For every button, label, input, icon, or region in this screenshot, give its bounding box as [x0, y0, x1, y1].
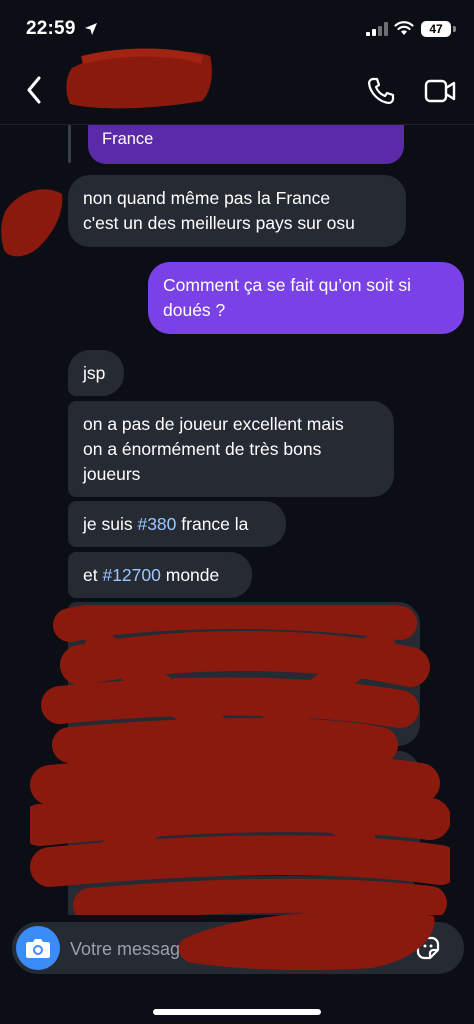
message-text: et — [83, 565, 103, 585]
message-text: monde — [160, 565, 220, 585]
message-text: joueurs — [83, 464, 141, 484]
hashtag-link[interactable]: #12700 — [102, 565, 160, 585]
name-redaction — [66, 48, 212, 109]
back-chevron-icon[interactable] — [26, 76, 42, 104]
wifi-icon — [394, 21, 414, 35]
message-bubble-incoming[interactable]: je suis #380 france la — [68, 501, 286, 547]
quoted-message[interactable]: France — [88, 125, 404, 164]
message-text: c'est un des meilleurs pays sur osu — [83, 213, 355, 233]
message-text: france la — [176, 514, 249, 534]
message-bubble-incoming[interactable]: non quand même pas la France c'est un de… — [68, 175, 406, 247]
battery-tip — [453, 26, 456, 32]
location-arrow-icon — [85, 23, 97, 35]
message-text: on a énormément de très bons — [83, 439, 322, 459]
home-indicator — [153, 1009, 321, 1015]
message-text: on a pas de joueur excellent mais — [83, 414, 344, 434]
message-bubble-outgoing[interactable]: Comment ça se fait qu’on soit si doués ? — [148, 262, 464, 334]
message-bubble-incoming[interactable]: et #12700 monde — [68, 552, 252, 598]
message-text: non quand même pas la France — [83, 188, 331, 208]
signal-icon — [366, 22, 388, 36]
battery-icon: 47 — [421, 21, 451, 37]
scribble-redaction — [30, 605, 450, 915]
camera-button[interactable] — [16, 926, 60, 970]
message-text: doués ? — [163, 300, 226, 320]
reply-bar — [68, 125, 71, 163]
message-text: Comment ça se fait qu’on soit si — [163, 275, 412, 295]
message-text: je suis — [83, 514, 138, 534]
camera-icon — [26, 939, 50, 958]
quoted-text: France — [102, 130, 154, 148]
avatar-redaction — [1, 189, 63, 257]
phone-icon[interactable] — [366, 76, 396, 106]
status-time: 22:59 — [26, 18, 76, 39]
message-list[interactable]: France non quand même pas la France c'es… — [0, 125, 474, 915]
composer-redaction — [178, 910, 435, 970]
video-camera-icon[interactable] — [424, 78, 456, 104]
message-bubble-incoming[interactable]: jsp — [68, 350, 124, 396]
message-composer — [12, 910, 464, 976]
chat-header — [0, 48, 474, 125]
message-bubble-incoming[interactable]: on a pas de joueur excellent mais on a é… — [68, 401, 394, 497]
message-text: jsp — [83, 363, 106, 383]
hashtag-link[interactable]: #380 — [137, 514, 176, 534]
